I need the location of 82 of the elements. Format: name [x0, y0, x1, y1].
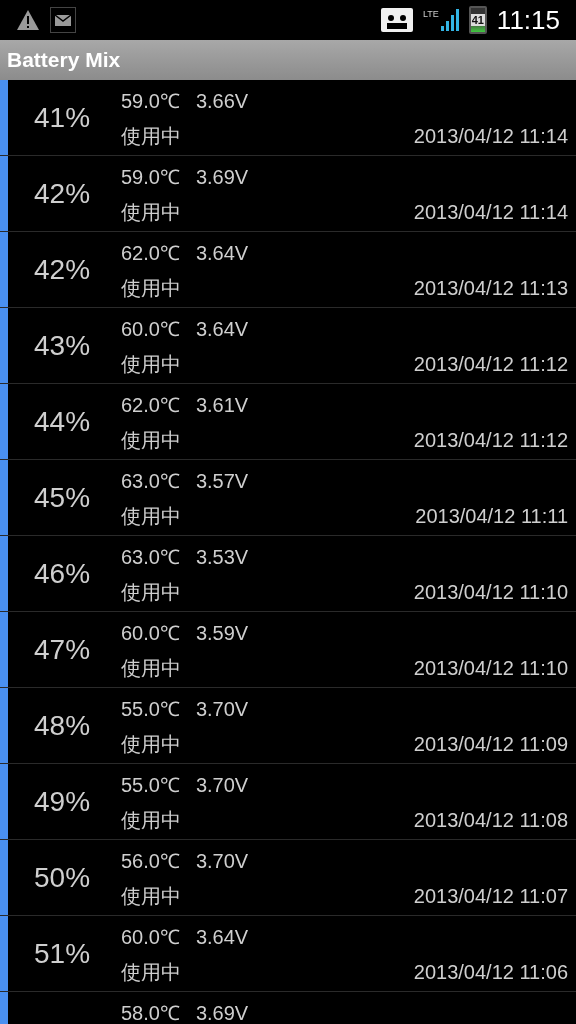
battery-percent: 49%: [34, 784, 91, 819]
log-row[interactable]: 45% 63.0℃ 3.57V 使用中 2013/04/12 11:11: [0, 460, 576, 536]
temperature: 60.0℃: [121, 621, 180, 646]
usage-status: 使用中: [121, 656, 181, 681]
voltage: 3.59V: [195, 621, 249, 646]
temperature: 60.0℃: [121, 317, 180, 342]
usage-status: 使用中: [121, 960, 181, 985]
battery-percent: 42%: [34, 176, 91, 211]
log-row[interactable]: 48% 55.0℃ 3.70V 使用中 2013/04/12 11:09: [0, 688, 576, 764]
app-title: Battery Mix: [7, 47, 121, 74]
signal-icon: [440, 9, 459, 31]
timestamp: 2013/04/12 11:11: [415, 504, 568, 529]
voicemail-icon: [381, 8, 413, 32]
voltage: 3.70V: [195, 849, 249, 874]
battery-percent: 45%: [34, 480, 91, 515]
clock: 11:15: [496, 3, 560, 37]
timestamp: 2013/04/12 11:14: [413, 124, 568, 149]
timestamp: 2013/04/12 11:14: [413, 200, 568, 225]
voltage: 3.64V: [195, 925, 249, 950]
temperature: 62.0℃: [121, 241, 180, 266]
log-row[interactable]: 43% 60.0℃ 3.64V 使用中 2013/04/12 11:12: [0, 308, 576, 384]
voltage: 3.70V: [195, 773, 249, 798]
timestamp: 2013/04/12 11:13: [413, 276, 568, 301]
log-row[interactable]: 42% 59.0℃ 3.69V 使用中 2013/04/12 11:14: [0, 156, 576, 232]
temperature: 63.0℃: [121, 545, 180, 570]
temperature: 60.0℃: [121, 925, 180, 950]
timestamp: 2013/04/12 11:07: [413, 884, 568, 909]
battery-percent: 43%: [34, 328, 91, 363]
battery-percent: 41%: [34, 100, 91, 135]
temperature: 55.0℃: [121, 697, 180, 722]
warning-icon: [16, 9, 40, 31]
usage-status: 使用中: [121, 504, 181, 529]
usage-status: 使用中: [121, 580, 181, 605]
log-row[interactable]: 42% 62.0℃ 3.64V 使用中 2013/04/12 11:13: [0, 232, 576, 308]
battery-percent: 47%: [34, 632, 91, 667]
timestamp: 2013/04/12 11:08: [413, 808, 568, 833]
timestamp: 2013/04/12 11:09: [413, 732, 568, 757]
voltage: 3.64V: [195, 241, 249, 266]
usage-status: 使用中: [121, 884, 181, 909]
timestamp: 2013/04/12 11:12: [413, 428, 568, 453]
temperature: 58.0℃: [121, 1001, 180, 1024]
battery-level: 41: [470, 14, 485, 26]
timestamp: 2013/04/12 11:10: [413, 656, 568, 681]
voltage: 3.64V: [195, 317, 249, 342]
log-row[interactable]: 50% 56.0℃ 3.70V 使用中 2013/04/12 11:07: [0, 840, 576, 916]
temperature: 59.0℃: [121, 165, 180, 190]
temperature: 63.0℃: [121, 469, 180, 494]
voltage: 3.53V: [195, 545, 249, 570]
timestamp: 2013/04/12 11:10: [413, 580, 568, 605]
temperature: 62.0℃: [121, 393, 180, 418]
temperature: 55.0℃: [121, 773, 180, 798]
battery-percent: 42%: [34, 252, 91, 287]
usage-status: 使用中: [121, 732, 181, 757]
usage-status: 使用中: [121, 276, 181, 301]
usage-status: 使用中: [121, 352, 181, 377]
usage-status: 使用中: [121, 200, 181, 225]
log-row[interactable]: 46% 63.0℃ 3.53V 使用中 2013/04/12 11:10: [0, 536, 576, 612]
timestamp: 2013/04/12 11:06: [413, 960, 568, 985]
log-row[interactable]: 51% 60.0℃ 3.64V 使用中 2013/04/12 11:06: [0, 916, 576, 992]
voltage: 3.57V: [195, 469, 249, 494]
log-row[interactable]: 49% 55.0℃ 3.70V 使用中 2013/04/12 11:08: [0, 764, 576, 840]
voltage: 3.61V: [195, 393, 249, 418]
voltage: 3.69V: [195, 165, 249, 190]
temperature: 59.0℃: [121, 89, 180, 114]
battery-percent: 44%: [34, 404, 91, 439]
timestamp: 2013/04/12 11:12: [413, 352, 568, 377]
temperature: 56.0℃: [121, 849, 180, 874]
network-type: LTE: [423, 9, 439, 19]
usage-status: 使用中: [121, 428, 181, 453]
voltage: 3.70V: [195, 697, 249, 722]
log-row[interactable]: 41% 59.0℃ 3.66V 使用中 2013/04/12 11:14: [0, 80, 576, 156]
log-row[interactable]: 47% 60.0℃ 3.59V 使用中 2013/04/12 11:10: [0, 612, 576, 688]
log-row[interactable]: 44% 62.0℃ 3.61V 使用中 2013/04/12 11:12: [0, 384, 576, 460]
battery-percent: 50%: [34, 860, 91, 895]
voltage: 3.69V: [195, 1001, 249, 1024]
usage-status: 使用中: [121, 808, 181, 833]
battery-percent: 51%: [34, 936, 91, 971]
battery-percent: 48%: [34, 708, 91, 743]
voltage: 3.66V: [195, 89, 249, 114]
battery-percent: 46%: [34, 556, 91, 591]
mail-icon: [50, 7, 76, 33]
usage-status: 使用中: [121, 124, 181, 149]
